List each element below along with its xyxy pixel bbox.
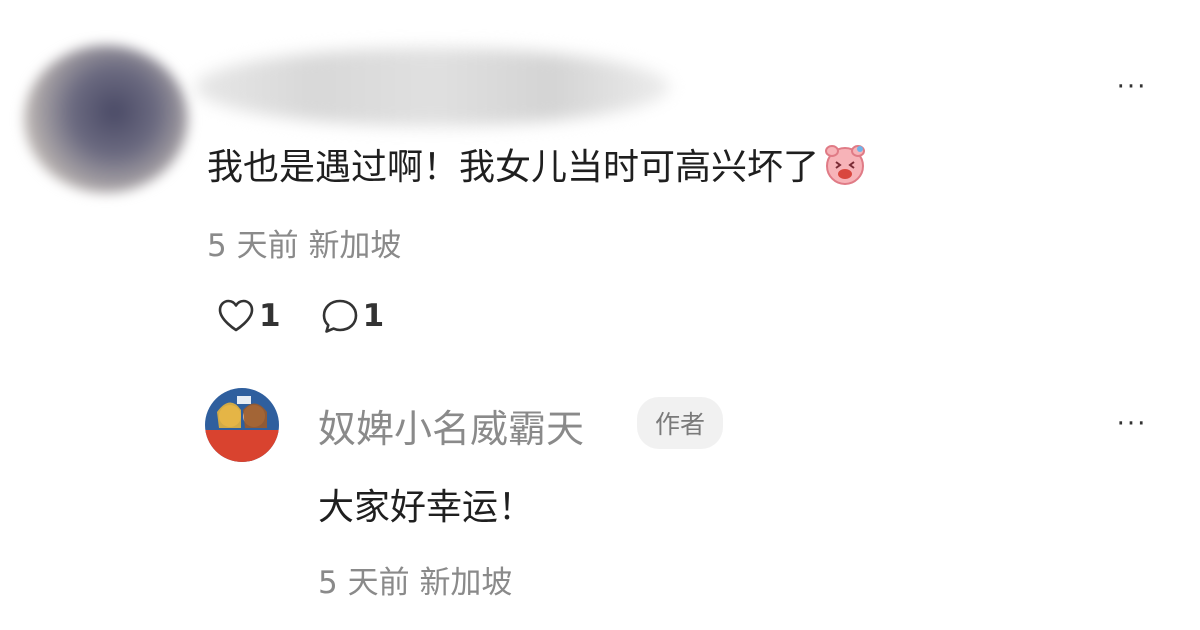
comment-bubble-icon [322, 299, 357, 333]
more-options-icon[interactable]: ··· [1112, 411, 1152, 437]
reply-location: 新加坡 [419, 565, 513, 601]
comment-thread: ··· 我也是遇过啊！我女儿当时可高兴坏了 5 天前 新加坡 1 1 奴婢小名威… [0, 0, 1200, 630]
reply-count: 1 [362, 298, 385, 334]
comment-time: 5 天前 [207, 228, 299, 264]
reply-author-name[interactable]: 奴婢小名威霸天 [318, 398, 584, 453]
reply-text: 大家好幸运！ [318, 487, 535, 528]
user-avatar-blurred[interactable] [24, 45, 188, 193]
reply-meta: 5 天前 新加坡 [318, 557, 512, 602]
avatar-image [205, 388, 279, 462]
username-blurred [195, 48, 670, 126]
pig-face-emoji [825, 145, 866, 185]
reply-author-avatar[interactable] [205, 388, 279, 462]
comment-location: 新加坡 [308, 228, 402, 264]
heart-icon [218, 299, 254, 332]
reply-button[interactable]: 1 [319, 295, 385, 337]
comment-meta: 5 天前 新加坡 [207, 220, 401, 265]
comment-text: 我也是遇过啊！我女儿当时可高兴坏了 [207, 138, 867, 190]
reply-time: 5 天前 [318, 565, 410, 601]
like-button[interactable]: 1 [215, 295, 281, 337]
more-options-icon[interactable]: ··· [1112, 74, 1152, 100]
author-badge: 作者 [637, 397, 724, 449]
comment-body: 我也是遇过啊！我女儿当时可高兴坏了 [207, 147, 820, 188]
comment-actions: 1 1 [215, 295, 422, 337]
like-count: 1 [259, 298, 281, 334]
